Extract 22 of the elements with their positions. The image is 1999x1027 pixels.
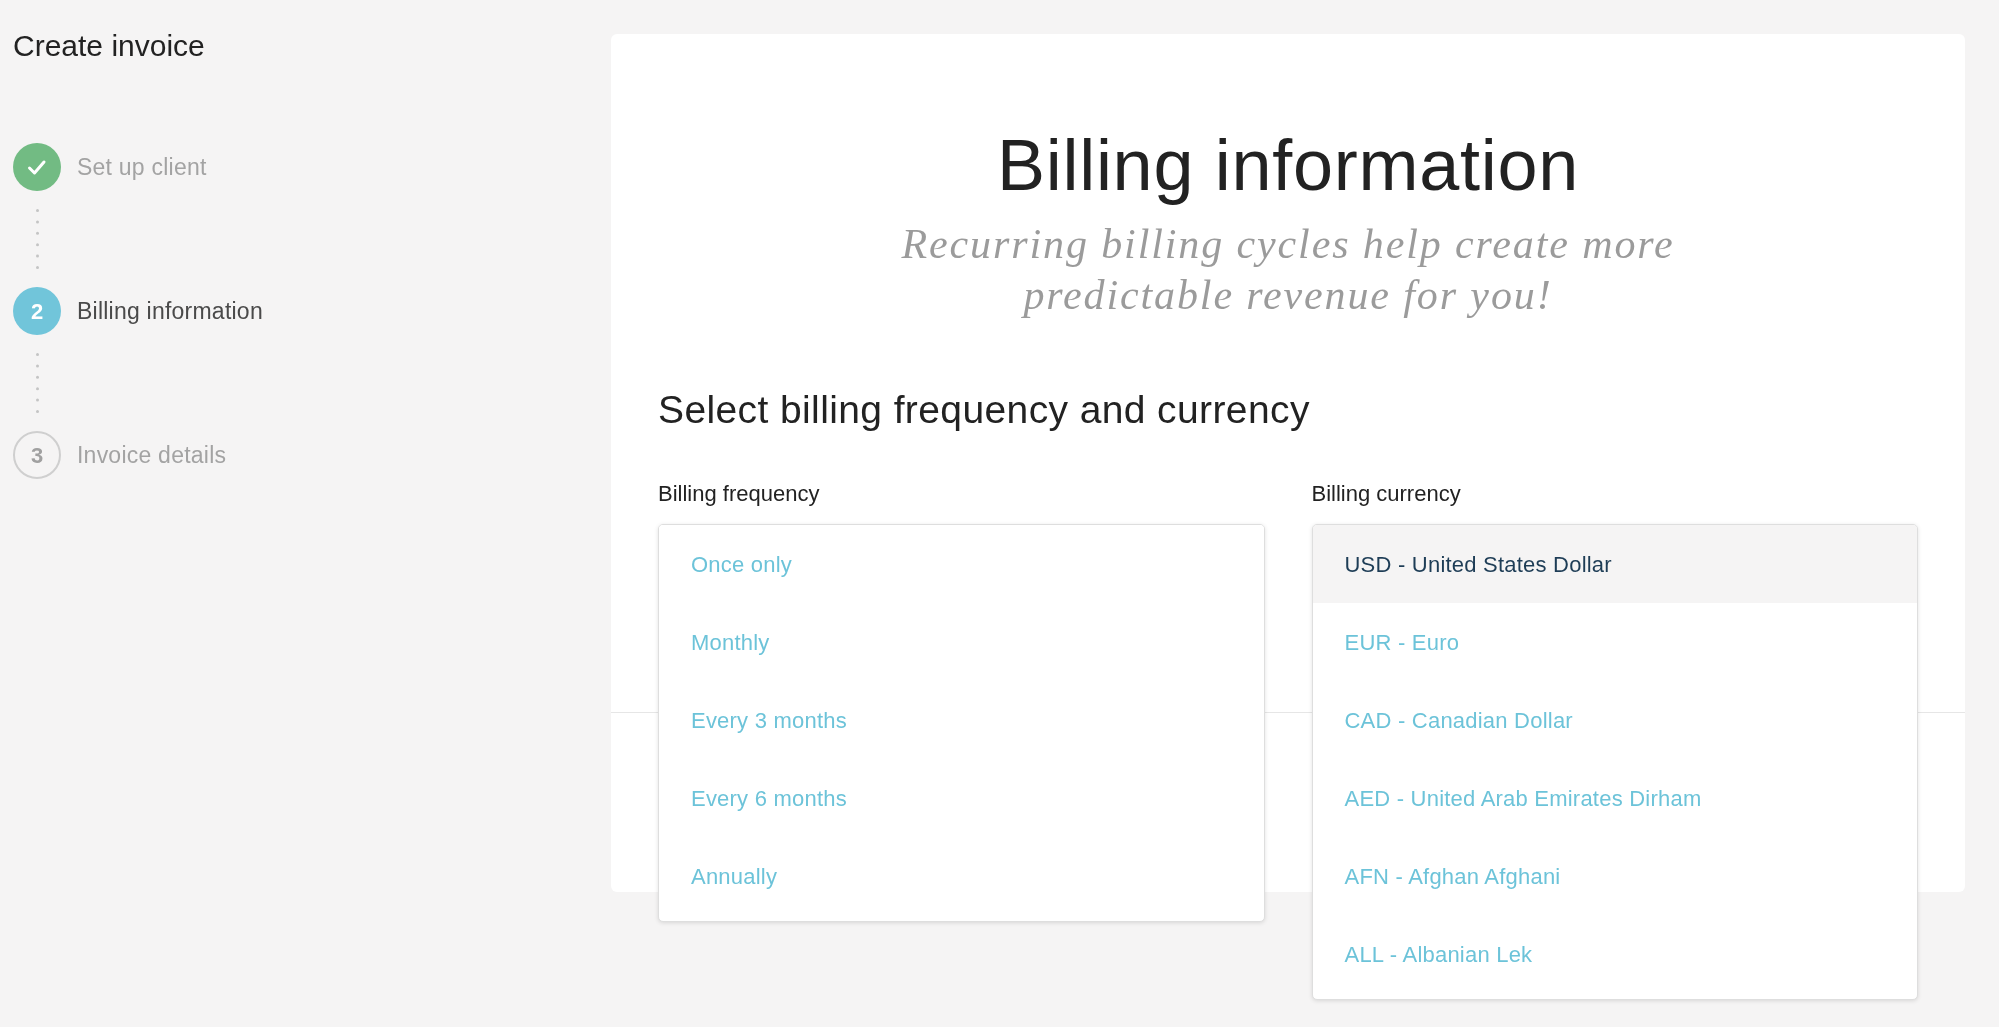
step-label: Set up client [77,152,207,182]
section-heading: Select billing frequency and currency [658,387,1310,433]
field-label: Billing currency [1311,481,1461,507]
page-title: Create invoice [13,29,205,63]
dropdown-option[interactable]: Monthly [659,603,1264,681]
step-label: Billing information [77,296,263,326]
dropdown-option[interactable]: Every 3 months [659,681,1264,759]
field-label: Billing frequency [658,481,820,507]
dropdown-option[interactable]: EUR - Euro [1312,603,1917,681]
dropdown-option[interactable]: AED - United Arab Emirates Dirham [1312,759,1917,837]
step-number: 3 [13,431,61,479]
page-heading: Billing information [997,124,1579,206]
dropdown-option[interactable]: CAD - Canadian Dollar [1312,681,1917,759]
dropdown-option[interactable]: USD - United States Dollar [1312,525,1917,603]
step-number: 2 [13,287,61,335]
dropdown-option[interactable]: Once only [659,525,1264,603]
dropdown-option[interactable]: AFN - Afghan Afghani [1312,837,1917,915]
dropdown-option[interactable]: Annually [659,837,1264,915]
step-label: Invoice details [77,440,227,470]
subtitle-text: Recurring billing cycles help create more predictable revenue for you! [900,220,1676,320]
dropdown-option[interactable]: Every 6 months [659,759,1264,837]
dropdown-option[interactable]: ALL - Albanian Lek [1312,915,1917,993]
